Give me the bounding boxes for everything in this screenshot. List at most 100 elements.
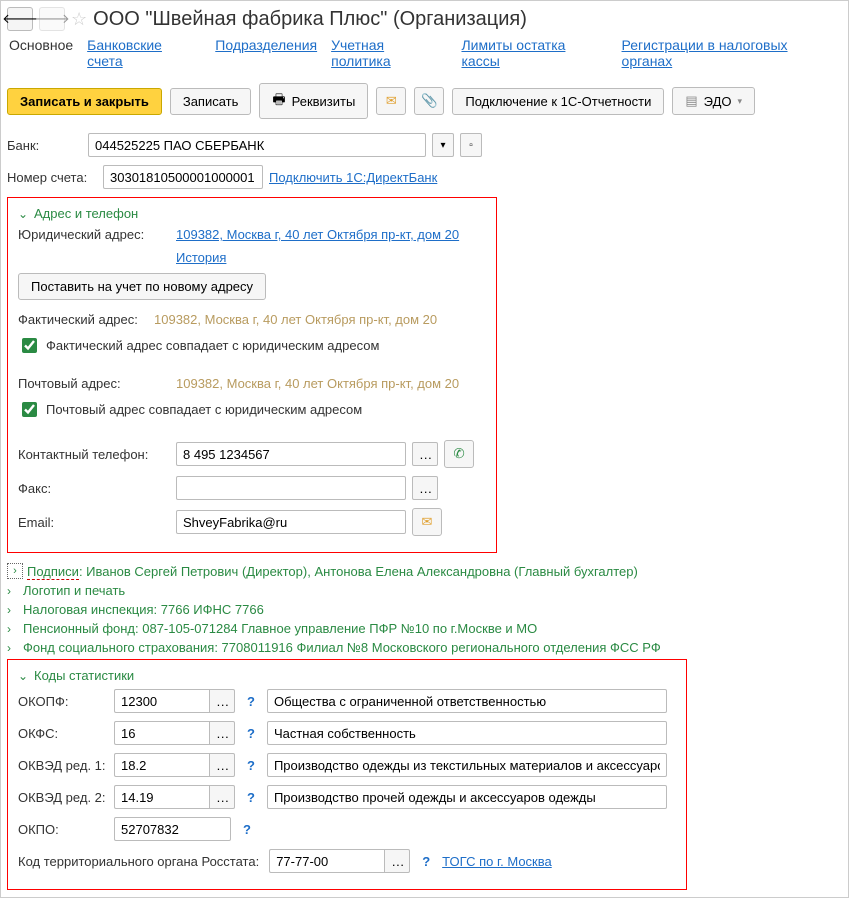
dial-button[interactable]: ✆ — [444, 440, 474, 468]
okopf-help[interactable]: ? — [247, 694, 255, 709]
actual-same-checkbox[interactable] — [22, 338, 37, 353]
okved2-lookup-btn[interactable]: … — [209, 785, 235, 809]
connect-directbank-link[interactable]: Подключить 1С:ДиректБанк — [269, 170, 437, 185]
rosstat-togs-link[interactable]: ТОГС по г. Москва — [442, 854, 552, 869]
email-label: Email: — [18, 515, 170, 530]
okved2-label: ОКВЭД ред. 2: — [18, 790, 108, 805]
phone-icon: ✆ — [453, 446, 464, 462]
tab-tax-registrations[interactable]: Регистрации в налоговых органах — [622, 37, 842, 69]
okfs-code-input[interactable] — [114, 721, 209, 745]
postal-same-label: Почтовый адрес совпадает с юридическим а… — [46, 402, 362, 417]
tax-inspection-expander[interactable]: › Налоговая инспекция: 7766 ИФНС 7766 — [7, 602, 842, 617]
bank-input[interactable] — [88, 133, 426, 157]
account-label: Номер счета: — [7, 170, 97, 185]
tab-divisions[interactable]: Подразделения — [215, 37, 317, 69]
legal-address-value[interactable]: 109382, Москва г, 40 лет Октября пр-кт, … — [176, 227, 459, 242]
attach-button[interactable]: 📎 — [414, 87, 444, 115]
tab-cash-limits[interactable]: Лимиты остатка кассы — [461, 37, 607, 69]
postal-address-value: 109382, Москва г, 40 лет Октября пр-кт, … — [176, 376, 459, 391]
okved1-label: ОКВЭД ред. 1: — [18, 758, 108, 773]
tab-accounting-policy[interactable]: Учетная политика — [331, 37, 447, 69]
requisites-button[interactable]: 🖶 Реквизиты — [259, 83, 368, 119]
arrow-left-icon: 🡐 — [2, 11, 38, 27]
address-phone-expander[interactable]: ⌄ Адрес и телефон — [18, 206, 486, 221]
bank-open-btn[interactable]: ▫ — [460, 133, 482, 157]
save-and-close-button[interactable]: Записать и закрыть — [7, 88, 162, 115]
chevron-down-icon: ⌄ — [18, 669, 30, 683]
chevron-right-icon: › — [7, 622, 19, 636]
print-icon: 🖶 — [272, 89, 285, 113]
send-email-button[interactable]: ✉ — [412, 508, 442, 536]
tab-main[interactable]: Основное — [9, 37, 73, 69]
rosstat-label: Код территориального органа Росстата: — [18, 854, 259, 869]
mail-button[interactable]: ✉ — [376, 87, 406, 115]
tax-inspection-title: Налоговая инспекция: 7766 ИФНС 7766 — [23, 602, 264, 617]
chevron-right-icon: › — [7, 603, 19, 617]
connect-1c-reporting-button[interactable]: Подключение к 1С-Отчетности — [452, 88, 664, 115]
fax-more-btn[interactable]: … — [412, 476, 438, 500]
bank-dropdown-btn[interactable]: ▾ — [432, 133, 454, 157]
logo-print-expander[interactable]: › Логотип и печать — [7, 583, 842, 598]
fax-label: Факс: — [18, 481, 170, 496]
chevron-down-icon: ▾ — [737, 96, 742, 107]
okopf-lookup-btn[interactable]: … — [209, 689, 235, 713]
stats-codes-title: Коды статистики — [34, 668, 134, 683]
actual-same-label: Фактический адрес совпадает с юридически… — [46, 338, 379, 353]
arrow-right-icon: 🡒 — [34, 11, 70, 27]
okopf-desc-input[interactable] — [267, 689, 667, 713]
back-button[interactable]: 🡐 — [7, 7, 33, 31]
toolbar: Записать и закрыть Записать 🖶 Реквизиты … — [7, 83, 842, 119]
paperclip-icon: 📎 — [421, 93, 438, 109]
document-icon: ▤ — [685, 93, 697, 109]
fss-expander[interactable]: › Фонд социального страхования: 77080119… — [7, 640, 842, 655]
okved1-code-input[interactable] — [114, 753, 209, 777]
save-button[interactable]: Записать — [170, 88, 252, 115]
phone-input[interactable] — [176, 442, 406, 466]
chevron-right-icon: › — [7, 641, 19, 655]
rosstat-code-input[interactable] — [269, 849, 384, 873]
okfs-desc-input[interactable] — [267, 721, 667, 745]
okfs-help[interactable]: ? — [247, 726, 255, 741]
okopf-code-input[interactable] — [114, 689, 209, 713]
address-history-link[interactable]: История — [176, 250, 226, 265]
okved2-desc-input[interactable] — [267, 785, 667, 809]
statistics-codes-section: ⌄ Коды статистики ОКОПФ: … ? ОКФС: … ? О… — [7, 659, 687, 890]
tab-bank-accounts[interactable]: Банковские счета — [87, 37, 201, 69]
okved2-help[interactable]: ? — [247, 790, 255, 805]
pension-fund-expander[interactable]: › Пенсионный фонд: 087-105-071284 Главно… — [7, 621, 842, 636]
okved1-lookup-btn[interactable]: … — [209, 753, 235, 777]
okfs-label: ОКФС: — [18, 726, 108, 741]
okpo-help[interactable]: ? — [243, 822, 251, 837]
chevron-right-icon: › — [7, 584, 19, 598]
stats-codes-expander[interactable]: ⌄ Коды статистики — [18, 668, 676, 683]
pension-fund-title: Пенсионный фонд: 087-105-071284 Главное … — [23, 621, 537, 636]
envelope-icon: ✉ — [386, 93, 397, 109]
edo-label: ЭДО — [704, 94, 732, 109]
forward-button[interactable]: 🡒 — [39, 7, 65, 31]
page-title: ООО "Швейная фабрика Плюс" (Организация) — [93, 8, 527, 31]
rosstat-help[interactable]: ? — [422, 854, 430, 869]
okfs-lookup-btn[interactable]: … — [209, 721, 235, 745]
register-new-address-button[interactable]: Поставить на учет по новому адресу — [18, 273, 266, 300]
rosstat-lookup-btn[interactable]: … — [384, 849, 410, 873]
okved1-desc-input[interactable] — [267, 753, 667, 777]
signatures-title: Подписи: Иванов Сергей Петрович (Директо… — [27, 564, 638, 579]
address-phone-section: ⌄ Адрес и телефон Юридический адрес: 109… — [7, 197, 497, 553]
chevron-down-icon: ⌄ — [18, 207, 30, 221]
okved1-help[interactable]: ? — [247, 758, 255, 773]
account-input[interactable] — [103, 165, 263, 189]
edo-button[interactable]: ▤ ЭДО ▾ — [672, 87, 755, 115]
actual-address-label: Фактический адрес: — [18, 312, 148, 327]
fax-input[interactable] — [176, 476, 406, 500]
signatures-expander[interactable]: › Подписи: Иванов Сергей Петрович (Дирек… — [7, 563, 842, 579]
address-phone-title: Адрес и телефон — [34, 206, 138, 221]
postal-same-checkbox[interactable] — [22, 402, 37, 417]
chevron-right-icon: › — [7, 563, 23, 579]
okpo-code-input[interactable] — [114, 817, 231, 841]
email-input[interactable] — [176, 510, 406, 534]
phone-more-btn[interactable]: … — [412, 442, 438, 466]
fss-title: Фонд социального страхования: 7708011916… — [23, 640, 661, 655]
okved2-code-input[interactable] — [114, 785, 209, 809]
okpo-label: ОКПО: — [18, 822, 108, 837]
favorite-star-icon[interactable]: ☆ — [71, 9, 87, 30]
